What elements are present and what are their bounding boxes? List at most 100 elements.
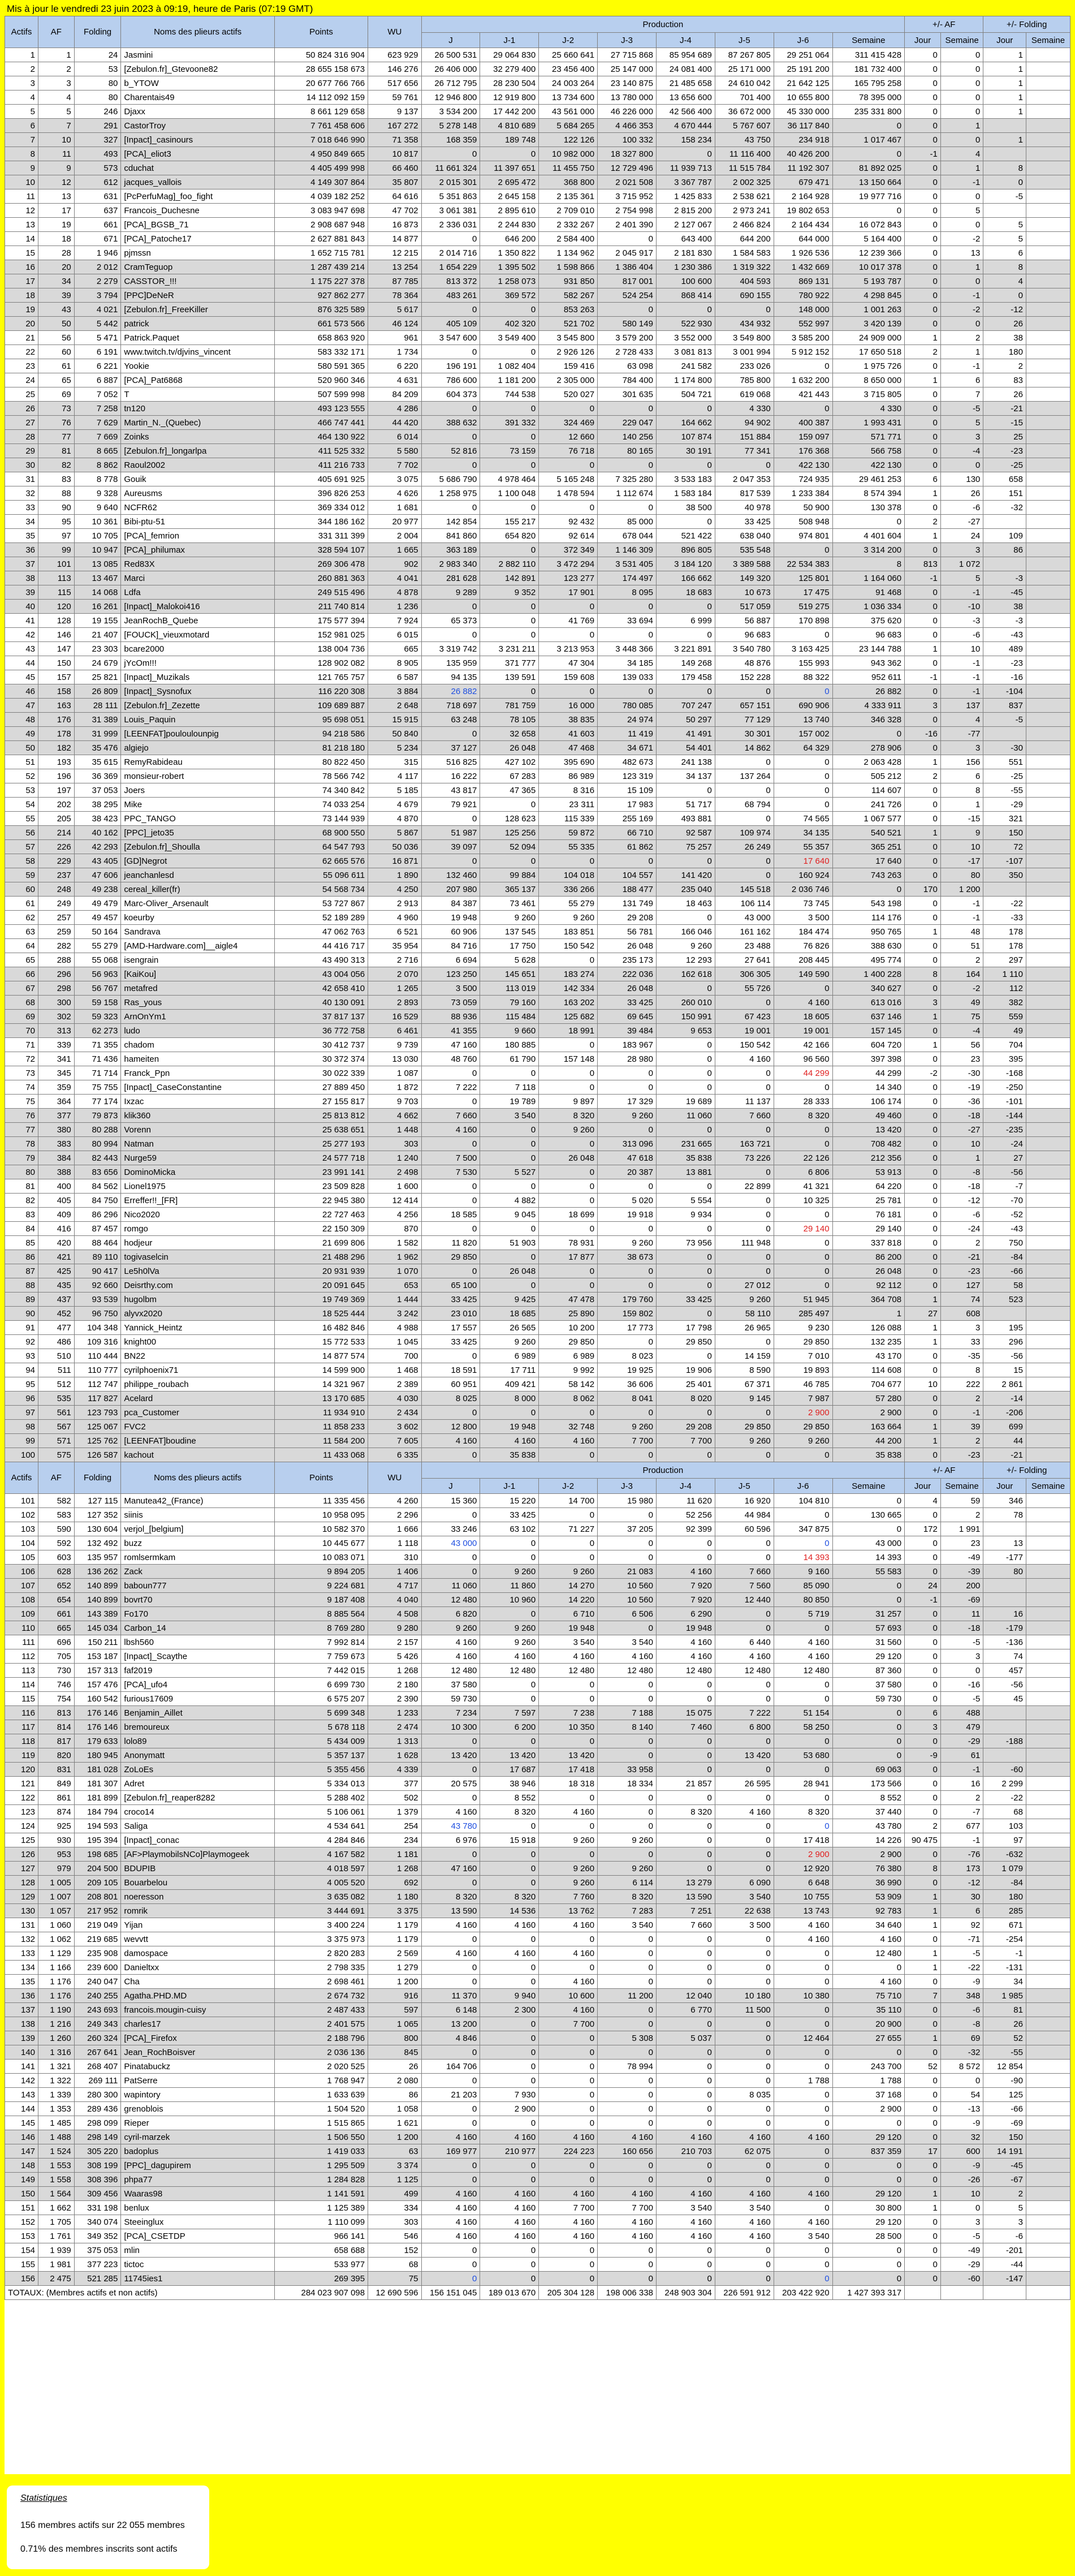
cell-14: 2 [904,344,941,359]
cell-15: 2 [940,1391,984,1406]
table-row: 76 377 79 873 klik360 25 813 812 4 662 7 660 3 … [5,1108,1070,1123]
cell-13: 53 909 [832,1889,905,1904]
member-name: Jean_RochBoisver [120,2045,275,2060]
cell-9: 3 579 200 [597,330,657,345]
cell-2: 59 158 [74,995,122,1010]
cell-1: 820 [38,1748,75,1763]
cell-2: 56 963 [74,967,122,981]
cell-9: 0 [597,1691,657,1706]
member-name: [PCA]_BGSB_71 [120,217,275,232]
cell-10: 7 460 [655,1720,715,1734]
cell-2: 160 542 [74,1691,122,1706]
cell-6: 23 010 [421,1306,481,1321]
member-name: cyrilphoenix71 [120,1363,275,1377]
cell-13: 76 181 [832,1207,905,1222]
cell-1: 420 [38,1235,75,1250]
cell-5: 4 040 [368,1592,422,1607]
cell-1: 60 [38,344,75,359]
cell-13: 243 700 [832,2059,905,2074]
cell-4: 109 689 887 [274,698,369,713]
cell-12: 9 230 [773,1320,833,1335]
cell-14: 0 [904,613,941,628]
cell-2: 8 778 [74,472,122,486]
cell-4: 15 772 533 [274,1334,369,1349]
member-name: 11745ies1 [120,2271,275,2286]
cell-9: 25 147 000 [597,62,657,76]
cell-9: 0 [597,1264,657,1278]
cell-7: 0 [480,542,539,557]
cell-7: 4 160 [480,2130,539,2144]
cell-5: 1 265 [368,981,422,996]
cell-4: 1 419 033 [274,2144,369,2159]
cell-15: 1 200 [940,882,984,897]
table-row: 55 205 38 423 PPC_TANGO 73 144 939 4 870 0 128 … [5,811,1070,826]
cell-9: 0 [597,1677,657,1692]
cell-6: 59 730 [421,1691,481,1706]
cell-11: 638 040 [714,528,774,543]
cell-8: 0 [538,2243,598,2258]
cell-12: 155 993 [773,656,833,670]
cell-11: 62 075 [714,2144,774,2159]
cell-15: 0 [940,458,984,472]
cell-16: 34 [983,1974,1026,1989]
cell-0: 150 [5,2186,39,2201]
cell-14: 1 [904,755,941,769]
cell-10: 0 [655,981,715,996]
cell-2: 176 146 [74,1705,122,1720]
cell-0: 111 [5,1635,39,1649]
cell-2: 24 679 [74,656,122,670]
cell-15: 11 [940,1606,984,1621]
cell-7: 113 019 [480,981,539,996]
cell-8: 58 142 [538,1377,598,1392]
cell-7: 9 260 [480,910,539,925]
cell-7: 646 200 [480,231,539,246]
cell-16: -56 [983,1349,1026,1363]
cell-6: 604 373 [421,387,481,402]
cell-5: 254 [368,1819,422,1833]
cell-7: 14 536 [480,1903,539,1918]
cell-11: 11 515 784 [714,161,774,175]
cell-13: 505 212 [832,769,905,783]
header-day-0: J [421,32,481,48]
cell-10: 868 414 [655,288,715,303]
cell-14: 0 [904,1052,941,1066]
cell-empty [1025,1278,1070,1293]
cell-0: 143 [5,2087,39,2102]
cell-10: 0 [655,2257,715,2272]
table-row: 154 1 939 375 053 mlin 658 688 152 0 0 0 0 0 0 0 0 0 -4… [5,2243,1070,2258]
cell-1: 65 [38,373,75,387]
header-folding-jour: Jour [983,32,1026,48]
table-row: 33 90 9 640 NCFR62 369 334 012 1 681 0 0 0 0 38 50… [5,500,1070,515]
cell-9: 23 140 875 [597,76,657,91]
cell-7: 3 540 [480,1108,539,1123]
cell-5: 3 602 [368,1419,422,1434]
cell-7: 6 989 [480,1349,539,1363]
cell-13: 14 393 [832,1550,905,1565]
cell-12: 0 [773,2271,833,2286]
cell-14: 0 [904,1507,941,1522]
cell-13: 388 630 [832,938,905,953]
cell-9: 313 096 [597,1136,657,1151]
cell-1: 196 [38,769,75,783]
table-row: 18 39 3 794 [PPC]DeNeR 927 862 277 78 364 483 … [5,288,1070,303]
cell-16: -206 [983,1405,1026,1420]
cell-2: 43 405 [74,854,122,868]
cell-4: 50 824 316 904 [274,48,369,62]
cell-13: 30 800 [832,2200,905,2215]
cell-7: 9 260 [480,1635,539,1649]
cell-7: 1 350 822 [480,245,539,260]
cell-11: 30 301 [714,726,774,741]
member-name: Louis_Paquin [120,712,275,727]
cell-12: 0 [773,2200,833,2215]
cell-12: 0 [773,627,833,642]
cell-7: 0 [480,1405,539,1420]
cell-1: 73 [38,401,75,416]
cell-14: 0 [904,1363,941,1377]
cell-14: 1 [904,2186,941,2201]
member-name: Carbon_14 [120,1621,275,1635]
cell-10: 0 [655,2172,715,2187]
cell-6: 2 015 301 [421,175,481,189]
cell-9: 0 [597,2017,657,2031]
table-row: 115 754 160 542 furious17609 6 575 207 2 390 5… [5,1691,1070,1706]
cell-0: 5 [5,104,39,119]
